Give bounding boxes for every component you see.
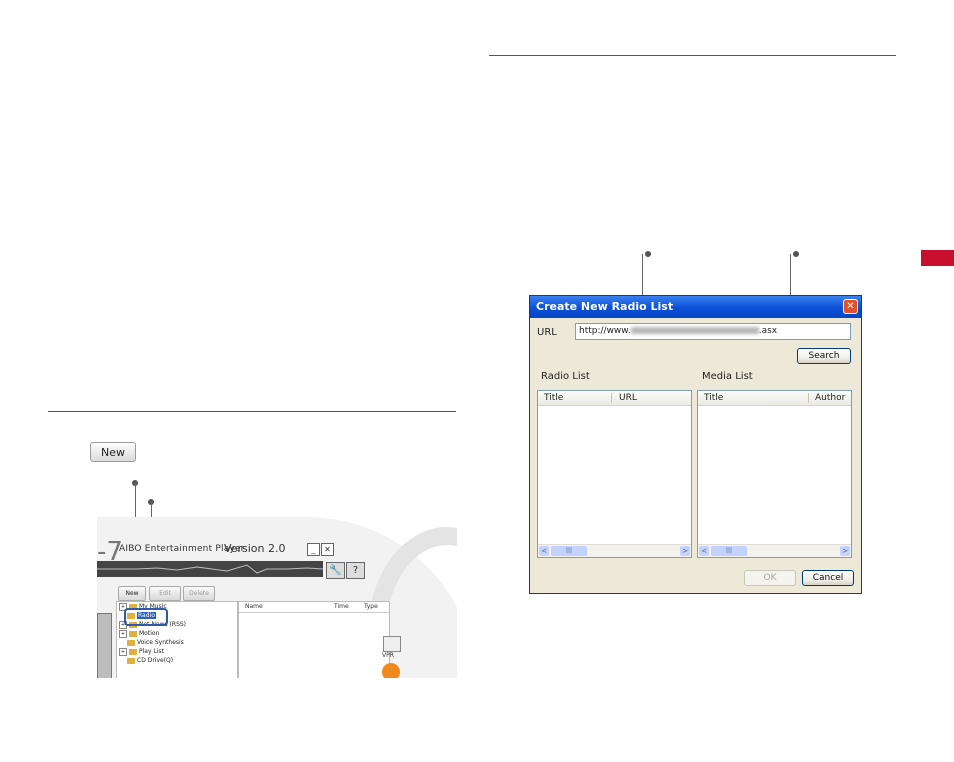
tree-item-play-list[interactable]: + Play List xyxy=(119,648,164,656)
media-list-header: Title Author xyxy=(698,391,851,406)
side-panel xyxy=(97,613,112,678)
dialog-titlebar: Create New Radio List ✕ xyxy=(530,296,861,318)
expand-icon[interactable]: + xyxy=(119,648,127,656)
folder-icon xyxy=(127,639,135,646)
close-icon[interactable]: ✕ xyxy=(321,543,334,556)
tree-item-cd-drive[interactable]: CD Drive(Q) xyxy=(127,657,173,664)
url-obscured xyxy=(630,327,759,334)
column-type[interactable]: Type xyxy=(364,603,378,610)
chapter-tab-marker xyxy=(921,250,954,266)
tree-item-motion[interactable]: + Motion xyxy=(119,630,159,638)
content-list: Name Time Type xyxy=(238,601,390,678)
column-title[interactable]: Title xyxy=(544,393,563,403)
motion-icon xyxy=(129,630,137,637)
wrench-icon[interactable]: 🔧 xyxy=(326,562,345,579)
radio-list-header: Title URL xyxy=(538,391,691,406)
waveform-display xyxy=(97,561,323,577)
scroll-thumb[interactable]: ||| xyxy=(711,546,747,556)
media-list[interactable]: Title Author < ||| > xyxy=(697,390,852,558)
scroll-right-icon[interactable]: > xyxy=(680,546,690,556)
callout-dot-url xyxy=(645,251,651,257)
scroll-thumb[interactable]: ||| xyxy=(551,546,587,556)
media-list-label: Media List xyxy=(702,371,753,382)
radio-list[interactable]: Title URL < ||| > xyxy=(537,390,692,558)
cancel-button[interactable]: Cancel xyxy=(802,570,854,586)
close-icon[interactable]: ✕ xyxy=(843,299,858,314)
url-prefix: http://www. xyxy=(579,326,631,336)
radio-list-scrollbar[interactable]: < ||| > xyxy=(538,544,691,557)
callout-dot-search xyxy=(793,251,799,257)
column-name[interactable]: Name xyxy=(245,603,263,610)
url-field[interactable]: http://www. .asx xyxy=(575,323,851,340)
media-list-scrollbar[interactable]: < ||| > xyxy=(698,544,851,557)
list-header: Name Time Type xyxy=(239,602,389,613)
url-suffix: .asx xyxy=(758,326,778,336)
section-rule xyxy=(48,411,456,412)
column-separator xyxy=(611,393,612,403)
minimize-icon[interactable]: _ xyxy=(307,543,320,556)
url-label: URL xyxy=(537,327,557,338)
column-title[interactable]: Title xyxy=(704,393,723,403)
tree-item-voice-synthesis[interactable]: Voice Synthesis xyxy=(127,639,184,646)
player-version: Version 2.0 xyxy=(224,542,286,555)
search-button[interactable]: Search xyxy=(797,348,851,364)
new-button[interactable]: New xyxy=(118,586,146,601)
waveform-icon xyxy=(97,564,323,574)
column-author[interactable]: Author xyxy=(815,393,845,403)
vpr-label: VPR xyxy=(382,652,394,659)
playlist-icon xyxy=(129,648,137,655)
edit-button[interactable]: Edit xyxy=(149,586,181,601)
column-time[interactable]: Time xyxy=(334,603,349,610)
create-radio-list-dialog: Create New Radio List ✕ URL http://www..… xyxy=(529,295,862,594)
scroll-left-icon[interactable]: < xyxy=(699,546,709,556)
expand-icon[interactable]: + xyxy=(119,630,127,638)
column-separator xyxy=(808,393,809,403)
vpr-icon[interactable] xyxy=(383,636,401,652)
radio-list-label: Radio List xyxy=(541,371,590,382)
dialog-title: Create New Radio List xyxy=(536,300,674,313)
delete-button[interactable]: Delete xyxy=(183,586,215,601)
new-button-sample: New xyxy=(90,442,136,462)
top-rule xyxy=(489,55,896,56)
ok-button[interactable]: OK xyxy=(744,570,796,586)
scroll-left-icon[interactable]: < xyxy=(539,546,549,556)
help-icon[interactable]: ? xyxy=(346,562,365,579)
scroll-right-icon[interactable]: > xyxy=(840,546,850,556)
aibo-player-screenshot: -7 AIBO Entertainment Player Version 2.0… xyxy=(97,517,457,678)
cd-icon xyxy=(127,657,135,664)
aibo-icon[interactable] xyxy=(382,663,400,678)
radio-highlight-ring xyxy=(124,608,168,626)
column-url[interactable]: URL xyxy=(619,393,637,403)
